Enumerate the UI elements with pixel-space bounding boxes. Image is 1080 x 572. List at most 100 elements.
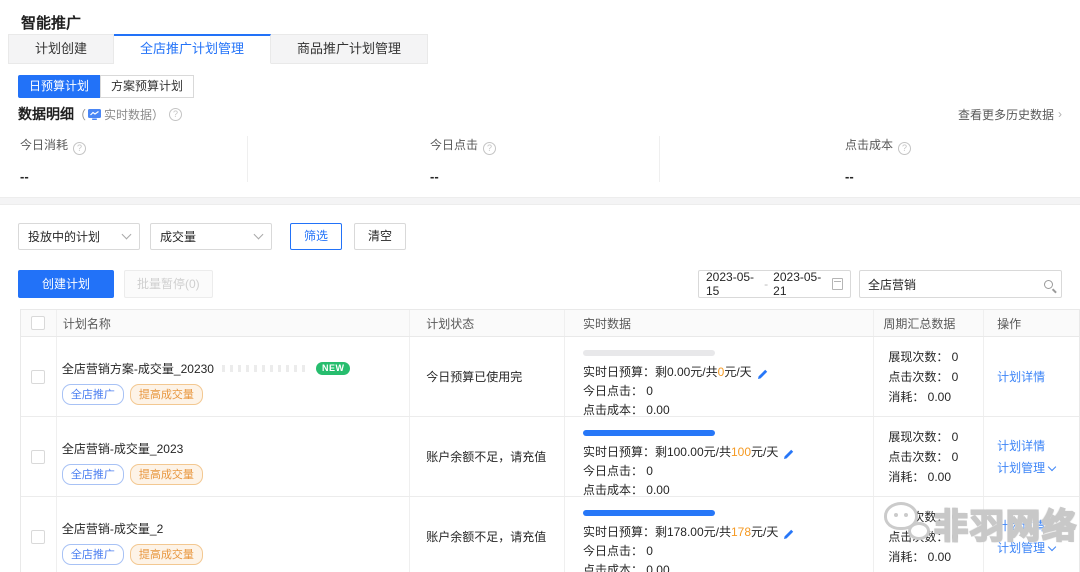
plan-status: 账户余额不足，请充值 — [410, 497, 565, 572]
plan-name[interactable]: 全店营销-成交量_2023 — [62, 440, 183, 457]
redacted-text-blur — [222, 365, 310, 372]
header-plan-name: 计划名称 — [57, 310, 410, 336]
budget-label: 实时日预算： — [583, 443, 655, 462]
budget-remaining: 剩178.00元/共 — [655, 523, 731, 542]
budget-progress-bar — [583, 350, 715, 356]
header-operations: 操作 — [984, 310, 1079, 336]
date-separator: - — [764, 277, 768, 291]
section-divider — [0, 197, 1080, 205]
plan-name[interactable]: 全店营销-成交量_2 — [62, 520, 163, 537]
stat-value: -- — [20, 169, 247, 184]
info-icon[interactable]: ? — [898, 142, 911, 155]
subtab-plan-budget[interactable]: 方案预算计划 — [100, 75, 194, 98]
op-label: 计划详情 — [997, 435, 1045, 457]
toolbar-row: 创建计划 批量暂停(0) 2023-05-15 - 2023-05-21 — [18, 270, 1062, 298]
today-clicks: 今日点击： 0 — [583, 542, 873, 561]
budget-total: 100 — [731, 443, 751, 462]
new-badge: NEW — [316, 362, 351, 375]
subtab-label: 日预算计划 — [29, 79, 89, 93]
table-row: 全店营销方案-成交量_20230 NEW 全店推广 提高成交量 今日预算已使用完… — [21, 337, 1079, 417]
row-checkbox[interactable] — [31, 450, 45, 464]
selected-value: 成交量 — [160, 228, 255, 245]
search-icon[interactable] — [1044, 280, 1053, 289]
plan-detail-link[interactable]: 计划详情 — [997, 435, 1079, 457]
budget-remaining: 剩0.00元/共 — [655, 363, 718, 382]
impressions: 展现次数： 0 — [888, 427, 983, 447]
stat-click-cost: 点击成本? -- — [660, 136, 1080, 182]
search-box — [859, 270, 1062, 298]
impressions: 展现次数： 0 — [888, 347, 983, 367]
batch-pause-button[interactable]: 批量暂停(0) — [124, 270, 213, 298]
date-start[interactable]: 2023-05-15 — [706, 270, 759, 298]
filter-button[interactable]: 筛选 — [290, 223, 342, 250]
info-icon[interactable]: ? — [169, 108, 182, 121]
clicks: 点击次数： 0 — [888, 447, 983, 467]
wechat-icon — [882, 498, 934, 548]
budget-total: 0 — [718, 363, 725, 382]
cost: 消耗： 0.00 — [888, 547, 983, 567]
select-all-checkbox[interactable] — [31, 316, 45, 330]
stats-row: 今日消耗? -- 今日点击? -- 点击成本? -- — [0, 136, 1080, 182]
op-label: 计划详情 — [997, 366, 1045, 388]
table-header-row: 计划名称 计划状态 实时数据 周期汇总数据 操作 — [21, 310, 1079, 337]
today-clicks: 今日点击： 0 — [583, 382, 873, 401]
edit-budget-icon[interactable] — [783, 447, 795, 459]
budget-remaining: 剩100.00元/共 — [655, 443, 731, 462]
main-tabbar: 计划创建 全店推广计划管理 商品推广计划管理 — [0, 34, 1080, 64]
budget-unit: 元/天 — [724, 363, 751, 382]
tab-label: 商品推广计划管理 — [297, 41, 401, 56]
metric-select[interactable]: 成交量 — [150, 223, 272, 250]
tab-product-promo-management[interactable]: 商品推广计划管理 — [271, 34, 428, 64]
budget-subtabs: 日预算计划 方案预算计划 — [18, 75, 1080, 98]
row-checkbox[interactable] — [31, 530, 45, 544]
plan-status: 账户余额不足，请充值 — [410, 417, 565, 496]
tab-label: 全店推广计划管理 — [140, 41, 244, 56]
stat-label: 今日点击 — [430, 138, 478, 152]
plan-name[interactable]: 全店营销方案-成交量_20230 — [62, 360, 214, 377]
table-row: 全店营销-成交量_2023 全店推广 提高成交量 账户余额不足，请充值 实时日预… — [21, 417, 1079, 497]
calendar-icon[interactable] — [832, 278, 843, 290]
view-more-history-link[interactable]: 查看更多历史数据 — [958, 106, 1054, 123]
info-icon[interactable]: ? — [483, 142, 496, 155]
paren-close: ） — [152, 106, 164, 123]
realtime-data-icon — [88, 109, 101, 120]
plan-manage-link[interactable]: 计划管理 — [997, 457, 1079, 479]
budget-progress-bar — [583, 510, 715, 516]
watermark: 非羽网络 — [882, 498, 1078, 548]
header-period-summary: 周期汇总数据 — [874, 310, 984, 336]
date-end[interactable]: 2023-05-21 — [773, 270, 826, 298]
budget-label: 实时日预算： — [583, 523, 655, 542]
tab-plan-create[interactable]: 计划创建 — [8, 34, 114, 64]
create-plan-button[interactable]: 创建计划 — [18, 270, 114, 298]
data-detail-header: 数据明细 （ 实时数据 ） ? 查看更多历史数据 › — [18, 104, 1062, 124]
budget-unit: 元/天 — [751, 523, 778, 542]
op-label: 计划管理 — [997, 457, 1045, 479]
edit-budget-icon[interactable] — [783, 527, 795, 539]
plan-status: 今日预算已使用完 — [410, 337, 565, 416]
tab-store-promo-management[interactable]: 全店推广计划管理 — [114, 34, 271, 64]
data-detail-title: 数据明细 — [18, 104, 74, 124]
click-cost: 点击成本： 0.00 — [583, 561, 873, 572]
row-checkbox[interactable] — [31, 370, 45, 384]
search-input[interactable] — [868, 277, 1044, 291]
subtab-daily-budget[interactable]: 日预算计划 — [18, 75, 100, 98]
budget-progress-bar — [583, 430, 715, 436]
plan-status-select[interactable]: 投放中的计划 — [18, 223, 140, 250]
paren-open: （ — [74, 106, 86, 123]
tag-boost-transactions: 提高成交量 — [130, 464, 203, 485]
filter-row: 投放中的计划 成交量 筛选 清空 — [18, 222, 1080, 250]
budget-unit: 元/天 — [751, 443, 778, 462]
tag-boost-transactions: 提高成交量 — [130, 384, 203, 405]
clear-button[interactable]: 清空 — [354, 223, 406, 250]
date-range-picker[interactable]: 2023-05-15 - 2023-05-21 — [698, 270, 851, 298]
stat-value: -- — [430, 169, 659, 184]
plan-detail-link[interactable]: 计划详情 — [997, 366, 1079, 388]
tab-label: 计划创建 — [35, 41, 87, 56]
header-plan-status: 计划状态 — [410, 310, 565, 336]
cost: 消耗： 0.00 — [888, 467, 983, 487]
realtime-data-label: 实时数据 — [104, 106, 152, 123]
chevron-down-icon — [1048, 462, 1056, 470]
subtab-label: 方案预算计划 — [111, 79, 183, 93]
edit-budget-icon[interactable] — [757, 367, 769, 379]
info-icon[interactable]: ? — [73, 142, 86, 155]
